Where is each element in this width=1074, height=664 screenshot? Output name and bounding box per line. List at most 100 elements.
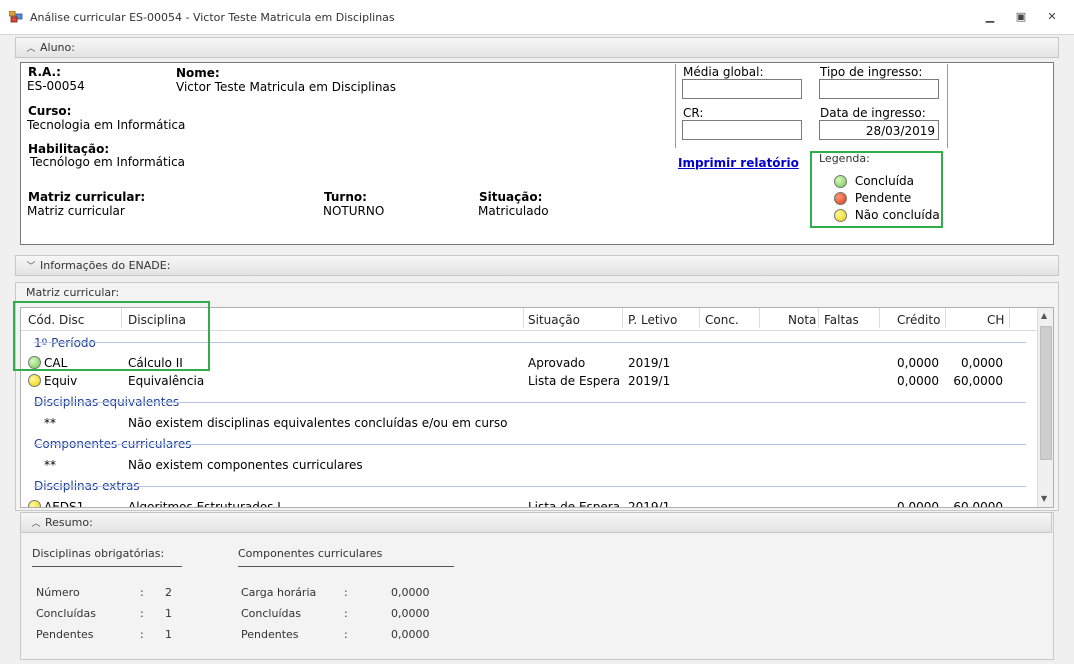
data-ingresso-label: Data de ingresso: [820, 106, 926, 120]
highlight-box [13, 301, 210, 371]
vertical-scrollbar[interactable]: ▲ ▼ [1037, 308, 1053, 507]
table-row[interactable]: AEDS1 Algoritmos Estruturados I Lista de… [21, 498, 1037, 508]
legenda-item-concluida: Concluída [834, 174, 914, 188]
cell-ch: 0,0000 [961, 356, 1003, 370]
col-separator [699, 308, 700, 328]
comp-pendentes-label: Pendentes [241, 628, 299, 641]
obrig-numero-label: Número [36, 586, 80, 599]
cell-cod: ** [44, 416, 56, 430]
col-separator [879, 308, 880, 328]
legenda-item-nao-concluida: Não concluída [834, 208, 940, 222]
group-divider [34, 444, 1026, 445]
resumo-section-label: Resumo: [45, 516, 93, 529]
cell-situacao: Lista de Espera [528, 500, 621, 508]
data-ingresso-input[interactable]: 28/03/2019 [819, 120, 939, 140]
cell-situacao: Aprovado [528, 356, 586, 370]
maximize-icon[interactable]: ▣ [1006, 6, 1036, 28]
legenda-pendente-label: Pendente [854, 191, 912, 205]
yellow-status-icon [28, 374, 41, 387]
comp-pendentes-value: 0,0000 [391, 628, 430, 641]
aluno-section-label: Aluno: [40, 41, 75, 54]
legenda-concluida-label: Concluída [854, 174, 914, 188]
comp-title: Componentes curriculares [238, 547, 383, 560]
colon: : [344, 586, 348, 599]
obrig-title: Disciplinas obrigatórias: [32, 547, 165, 560]
col-situacao[interactable]: Situação [528, 313, 580, 327]
table-row[interactable]: Equiv Equivalência Lista de Espera 2019/… [21, 372, 1037, 390]
cell-credito: 0,0000 [897, 356, 939, 370]
colon: : [344, 607, 348, 620]
green-status-icon [834, 175, 847, 188]
app-icon [9, 11, 23, 23]
chevron-up-icon: ︿ [26, 44, 36, 54]
habilitacao-label: Habilitação: [28, 142, 110, 156]
comp-divider [238, 566, 454, 567]
col-nota[interactable]: Nota [788, 313, 816, 327]
obrig-concluidas-label: Concluídas [36, 607, 96, 620]
table-row[interactable]: ** Não existem disciplinas equivalentes … [21, 414, 1037, 432]
colon: : [140, 628, 144, 641]
close-icon[interactable]: ✕ [1037, 6, 1067, 28]
obrig-pendentes-value: 1 [165, 628, 172, 641]
aluno-section-header[interactable]: ︿ Aluno: [15, 37, 1059, 58]
cell-cod: ** [44, 458, 56, 472]
comp-concluidas-value: 0,0000 [391, 607, 430, 620]
cell-cod: AEDS1 [44, 500, 85, 508]
title-bar: Análise curricular ES-00054 - Victor Tes… [0, 0, 1074, 35]
group-divider [34, 402, 1026, 403]
col-faltas[interactable]: Faltas [824, 313, 859, 327]
colon: : [140, 586, 144, 599]
scroll-down-icon[interactable]: ▼ [1041, 494, 1047, 503]
cell-disciplina: Não existem disciplinas equivalentes con… [128, 416, 508, 430]
nome-value: Victor Teste Matricula em Disciplinas [176, 80, 397, 94]
enade-section-label: Informações do ENADE: [40, 259, 171, 272]
cell-ch: 60,0000 [953, 374, 1003, 388]
minimize-icon[interactable]: ▁ [975, 6, 1005, 28]
col-periodo[interactable]: P. Letivo [628, 313, 677, 327]
turno-value: NOTURNO [323, 204, 385, 218]
obrig-concluidas-value: 1 [165, 607, 172, 620]
turno-label: Turno: [324, 190, 367, 204]
red-status-icon [834, 192, 847, 205]
ra-label: R.A.: [28, 65, 61, 79]
scroll-thumb[interactable] [1040, 326, 1052, 460]
imprimir-relatorio-link[interactable]: Imprimir relatório [678, 156, 799, 170]
cell-periodo: 2019/1 [628, 374, 671, 388]
table-row[interactable]: ** Não existem componentes curriculares [21, 456, 1037, 474]
curso-label: Curso: [28, 104, 72, 118]
cr-input[interactable] [682, 120, 802, 140]
resumo-section-header[interactable]: ︿ Resumo: [20, 512, 1052, 533]
cell-ch: 60,0000 [953, 500, 1003, 508]
situacao-label: Situação: [479, 190, 543, 204]
col-separator [818, 308, 819, 328]
nome-label: Nome: [176, 66, 220, 80]
cell-situacao: Lista de Espera [528, 374, 621, 388]
colon: : [344, 628, 348, 641]
habilitacao-value: Tecnólogo em Informática [30, 155, 186, 169]
enade-section-header[interactable]: ﹀ Informações do ENADE: [15, 255, 1059, 276]
comp-carga-value: 0,0000 [391, 586, 430, 599]
tipo-input[interactable] [819, 79, 939, 99]
col-ch[interactable]: CH [987, 313, 1004, 327]
cell-periodo: 2019/1 [628, 356, 671, 370]
yellow-status-icon [28, 500, 41, 507]
colon: : [140, 607, 144, 620]
col-conc[interactable]: Conc. [705, 313, 739, 327]
col-separator [759, 308, 760, 328]
scroll-up-icon[interactable]: ▲ [1041, 311, 1047, 320]
col-separator [523, 308, 524, 328]
cr-label: CR: [683, 106, 704, 120]
col-separator [1009, 308, 1010, 328]
tipo-label: Tipo de ingresso: [820, 65, 923, 79]
situacao-value: Matriculado [478, 204, 549, 218]
comp-carga-label: Carga horária [241, 586, 317, 599]
window-title: Análise curricular ES-00054 - Victor Tes… [30, 11, 395, 24]
obrig-divider [32, 566, 182, 567]
chevron-up-icon: ︿ [31, 519, 41, 529]
cell-disciplina: Não existem componentes curriculares [128, 458, 363, 472]
cell-disciplina: Equivalência [128, 374, 205, 388]
media-input[interactable] [682, 79, 802, 99]
obrig-pendentes-label: Pendentes [36, 628, 94, 641]
cell-cod: Equiv [44, 374, 78, 388]
col-credito[interactable]: Crédito [897, 313, 940, 327]
